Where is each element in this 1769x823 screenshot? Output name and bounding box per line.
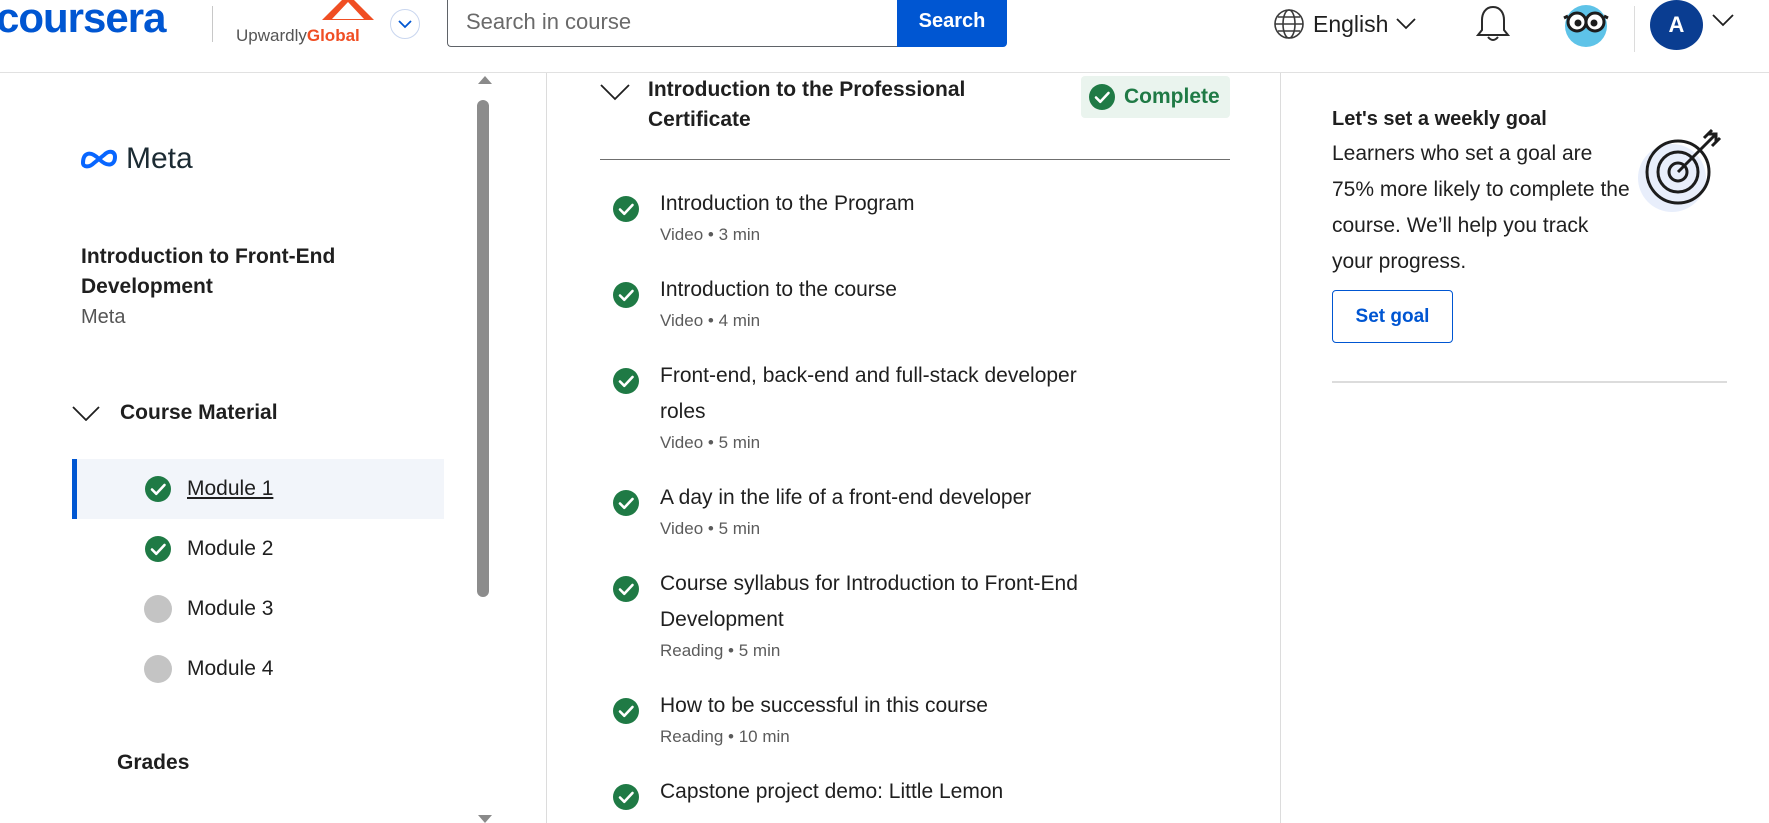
target-icon — [1638, 128, 1722, 212]
course-title: Introduction to Front-End Development — [81, 245, 336, 298]
complete-check-icon — [1089, 84, 1115, 110]
lesson-item[interactable]: Introduction to the Program Video • 3 mi… — [612, 186, 1092, 247]
module-label: Module 4 — [187, 657, 274, 680]
chevron-down-icon — [600, 84, 630, 101]
lesson-item-title: Introduction to the course — [660, 278, 897, 301]
lesson-item-title: Introduction to the Program — [660, 192, 915, 215]
lesson-item-title: A day in the life of a front-end develop… — [660, 486, 1032, 509]
user-avatar[interactable]: A — [1650, 0, 1703, 50]
complete-check-icon — [145, 536, 171, 562]
chevron-down-icon — [398, 19, 412, 28]
sidebar-item-module-2[interactable]: Module 2 — [72, 519, 444, 579]
lesson-content: Introduction to the Professional Certifi… — [546, 73, 1281, 823]
partner-name-part1: Upwardly — [236, 26, 307, 45]
learning-assistant-icon[interactable] — [1560, 0, 1612, 48]
scroll-up-arrow-icon[interactable] — [478, 76, 492, 84]
notifications-bell-icon[interactable] — [1474, 4, 1512, 44]
scrollbar-thumb[interactable] — [477, 100, 489, 597]
incomplete-circle-icon — [144, 655, 172, 683]
logo-divider — [212, 6, 213, 42]
goal-divider — [1332, 381, 1727, 383]
lesson-title: Introduction to the Professional Certifi… — [648, 78, 966, 131]
complete-check-icon — [145, 476, 171, 502]
complete-check-icon — [613, 196, 639, 222]
lesson-item-title: Front-end, back-end and full-stack devel… — [660, 364, 1077, 423]
complete-check-icon — [613, 490, 639, 516]
lesson-header[interactable]: Introduction to the Professional Certifi… — [600, 73, 1230, 160]
complete-check-icon — [613, 784, 639, 810]
lesson-item-meta: Reading • 10 min — [660, 727, 790, 746]
language-selector[interactable]: English — [1273, 6, 1417, 42]
lesson-item[interactable]: Front-end, back-end and full-stack devel… — [612, 358, 1092, 455]
course-sidebar: Meta Introduction to Front-End Developme… — [0, 74, 470, 823]
chevron-down-icon[interactable] — [1712, 14, 1734, 28]
meta-logo: Meta — [80, 142, 193, 176]
complete-check-icon — [613, 698, 639, 724]
complete-check-icon — [613, 282, 639, 308]
globe-icon — [1274, 9, 1304, 39]
meta-brand-text: Meta — [126, 142, 193, 175]
partner-logo[interactable]: UpwardlyGlobal — [236, 0, 374, 48]
partner-name-part2: Global — [306, 26, 360, 45]
lesson-item-meta: Video • 4 min — [660, 311, 761, 330]
lesson-item-list: Introduction to the Program Video • 3 mi… — [612, 186, 1092, 823]
coursera-logo[interactable]: coursera — [0, 0, 166, 42]
chevron-down-icon — [1396, 18, 1417, 30]
status-badge: Complete — [1081, 76, 1230, 118]
sidebar-item-module-4[interactable]: Module 4 — [72, 639, 444, 699]
module-list: Module 1 Module 2 Module 3 Module 4 — [72, 459, 444, 699]
complete-check-icon — [613, 368, 639, 394]
search-button[interactable]: Search — [897, 0, 1007, 47]
chevron-down-icon — [72, 406, 100, 421]
course-material-toggle[interactable]: Course Material — [72, 401, 278, 425]
scroll-down-arrow-icon[interactable] — [478, 815, 492, 823]
language-label: English — [1313, 10, 1389, 37]
course-partner: Meta — [81, 306, 126, 328]
lesson-item-meta: Video • 5 min — [660, 519, 761, 538]
partner-logo-roof-icon — [322, 0, 374, 20]
top-navigation-bar: coursera UpwardlyGlobal Search English — [0, 0, 1769, 73]
complete-check-icon — [613, 576, 639, 602]
lesson-item-title: How to be successful in this course — [660, 694, 988, 717]
partner-logo-text: UpwardlyGlobal — [236, 26, 360, 46]
status-badge-label: Complete — [1124, 85, 1220, 108]
lesson-item-meta: Video • 5 min — [660, 433, 761, 452]
lesson-item-meta: Video • 3 min — [660, 225, 761, 244]
lesson-item-title: Course syllabus for Introduction to Fron… — [660, 572, 1078, 631]
lesson-item[interactable]: How to be successful in this course Read… — [612, 688, 1092, 749]
search-input[interactable] — [447, 0, 899, 47]
incomplete-circle-icon — [144, 595, 172, 623]
set-goal-button[interactable]: Set goal — [1332, 290, 1453, 343]
sidebar-item-grades[interactable]: Grades — [117, 751, 189, 775]
meta-infinity-icon — [81, 149, 117, 169]
lesson-item[interactable]: Capstone project demo: Little Lemon — [612, 774, 1092, 810]
header-divider — [1634, 6, 1635, 52]
lesson-item[interactable]: A day in the life of a front-end develop… — [612, 480, 1092, 541]
sidebar-item-module-3[interactable]: Module 3 — [72, 579, 444, 639]
module-label: Module 2 — [187, 537, 274, 560]
lesson-item[interactable]: Introduction to the course Video • 4 min — [612, 272, 1092, 333]
module-label: Module 1 — [187, 477, 274, 500]
sidebar-item-module-1[interactable]: Module 1 — [72, 459, 444, 519]
lesson-item[interactable]: Course syllabus for Introduction to Fron… — [612, 566, 1092, 663]
sidebar-scrollbar[interactable] — [474, 74, 494, 823]
lesson-item-meta: Reading • 5 min — [660, 641, 781, 660]
partner-menu-toggle[interactable] — [390, 9, 420, 39]
goal-description: Learners who set a goal are 75% more lik… — [1332, 142, 1630, 273]
course-material-label: Course Material — [120, 401, 278, 424]
module-label: Module 3 — [187, 597, 274, 620]
lesson-item-title: Capstone project demo: Little Lemon — [660, 780, 1004, 803]
